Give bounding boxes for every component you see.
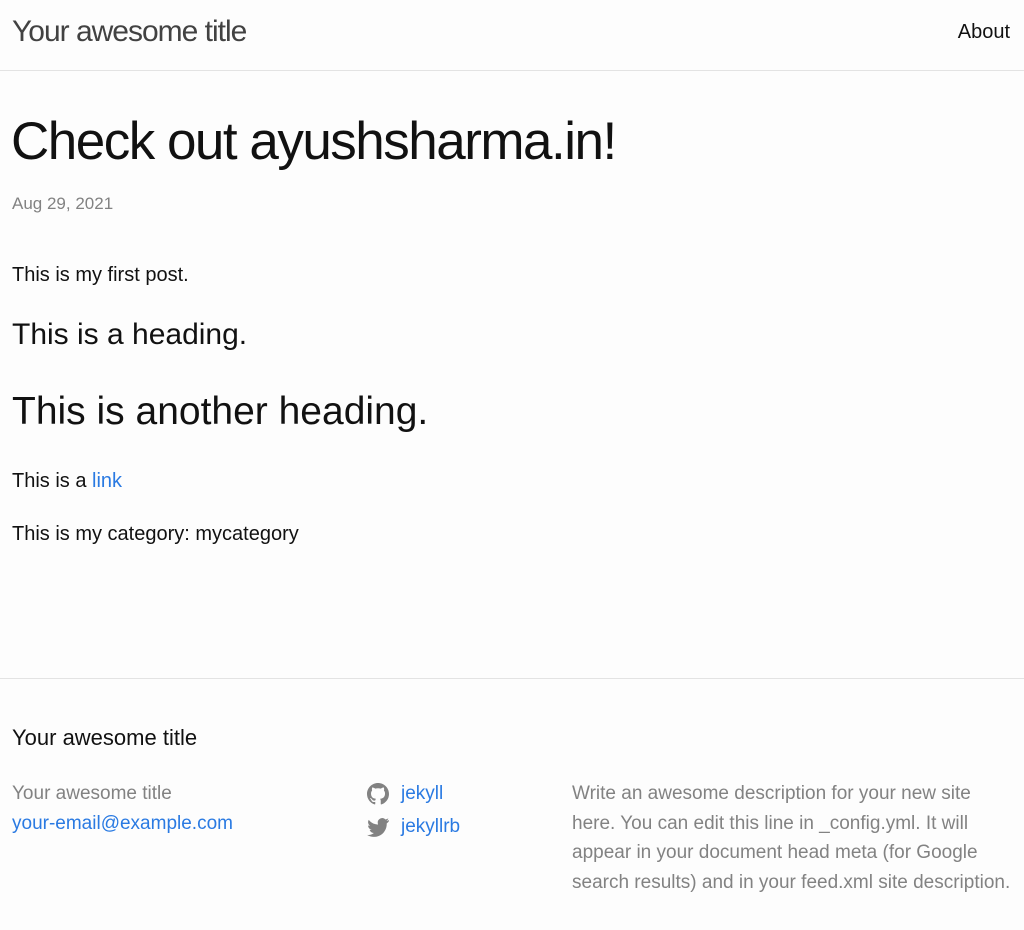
site-header: Your awesome title About xyxy=(0,0,1024,71)
post-link[interactable]: link xyxy=(92,470,122,492)
footer-social: jekyll jekyllrb xyxy=(367,779,460,845)
footer-site-description: Write an awesome description for your ne… xyxy=(572,783,1011,893)
post-title: Check out ayushsharma.in! xyxy=(11,112,617,171)
post-date: Aug 29, 2021 xyxy=(12,194,114,213)
post-paragraph-link-prefix: This is a xyxy=(12,470,93,492)
social-link-twitter[interactable]: jekyllrb xyxy=(401,812,460,842)
post-paragraph-link: This is a link xyxy=(12,467,122,495)
post-heading-large: This is another heading. xyxy=(12,390,429,433)
footer-email-link[interactable]: your-email@example.com xyxy=(12,813,233,834)
footer-heading: Your awesome title xyxy=(12,725,198,750)
site-footer: Your awesome title Your awesome title yo… xyxy=(0,678,1024,930)
post-paragraph-first: This is my first post. xyxy=(12,264,189,286)
github-icon xyxy=(367,783,389,805)
post-paragraph-category: This is my category: mycategory xyxy=(12,523,299,545)
social-item-github[interactable]: jekyll xyxy=(367,776,460,812)
social-link-github[interactable]: jekyll xyxy=(401,779,443,809)
twitter-icon xyxy=(367,816,389,838)
site-nav: About xyxy=(958,19,1010,45)
post-heading-small: This is a heading. xyxy=(12,318,248,351)
social-item-twitter[interactable]: jekyllrb xyxy=(367,809,460,845)
footer-contact-name: Your awesome title xyxy=(12,783,172,804)
nav-link-about[interactable]: About xyxy=(958,21,1010,43)
footer-contact: Your awesome title your-email@example.co… xyxy=(12,779,233,839)
site-title-link[interactable]: Your awesome title xyxy=(12,14,247,50)
